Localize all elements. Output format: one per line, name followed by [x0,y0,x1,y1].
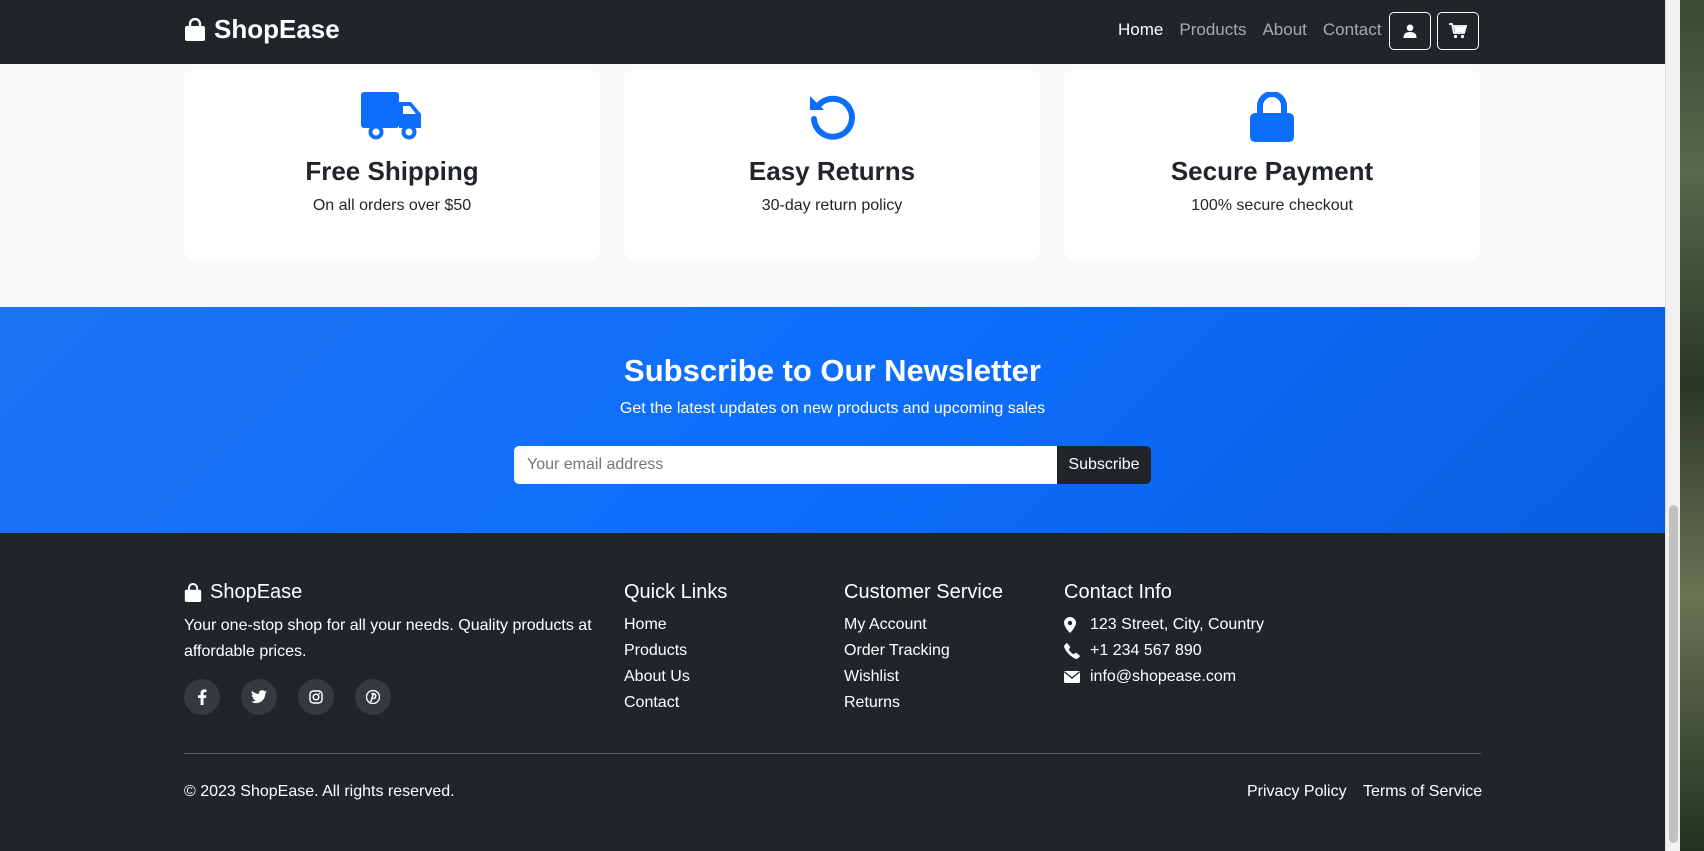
truck-icon [361,92,421,140]
shopping-bag-icon [185,17,205,41]
nav-link-contact[interactable]: Contact [1323,20,1382,40]
account-button[interactable] [1389,12,1431,50]
contact-email: info@shopease.com [1064,664,1264,690]
customer-service-title: Customer Service [844,581,1003,603]
newsletter-section: Subscribe to Our Newsletter Get the late… [0,307,1665,533]
feature-text: On all orders over $50 [312,197,472,214]
nav-link-home[interactable]: Home [1118,20,1163,40]
footer-brand-name: ShopEase [210,581,303,603]
customer-service-column: Customer Service My Account Order Tracki… [844,581,1003,716]
contact-phone: +1 234 567 890 [1064,638,1264,664]
contact-email-text[interactable]: info@shopease.com [1090,664,1236,690]
instagram-icon [309,690,323,704]
nav-link-products[interactable]: Products [1179,20,1246,40]
cart-button[interactable] [1437,12,1479,50]
subscribe-button[interactable]: Subscribe [1057,446,1151,484]
pinterest-icon [366,690,380,704]
feature-card-payment: Secure Payment 100% secure checkout [1064,70,1480,259]
feature-title: Secure Payment [1170,156,1374,186]
footer-link-order-tracking[interactable]: Order Tracking [844,638,1003,664]
feature-text: 30-day return policy [761,197,903,214]
footer-link-contact[interactable]: Contact [624,690,727,716]
undo-icon [810,95,855,140]
envelope-icon [1064,671,1080,683]
shopping-bag-icon [184,582,202,602]
scroll-thumb[interactable] [1669,505,1678,843]
terms-of-service-link[interactable]: Terms of Service [1363,783,1482,801]
feature-text: 100% secure checkout [1191,197,1353,214]
privacy-policy-link[interactable]: Privacy Policy [1247,783,1347,801]
quick-links-column: Quick Links Home Products About Us Conta… [624,581,727,716]
email-input[interactable] [514,446,1057,484]
pinterest-link[interactable] [355,679,391,715]
feature-card-shipping: Free Shipping On all orders over $50 [184,70,600,259]
contact-info-title: Contact Info [1064,581,1172,603]
footer-link-home[interactable]: Home [624,612,727,638]
twitter-link[interactable] [241,679,277,715]
footer-link-about[interactable]: About Us [624,664,727,690]
nav-link-about[interactable]: About [1262,20,1306,40]
page: ShopEase Home Products About Contact Fre… [0,0,1665,851]
navbar: ShopEase Home Products About Contact [0,0,1665,64]
scrollbar[interactable] [1665,0,1680,851]
brand-name: ShopEase [214,14,340,44]
lock-icon [1250,92,1294,142]
feature-card-returns: Easy Returns 30-day return policy [624,70,1040,259]
footer-divider [184,753,1481,754]
instagram-link[interactable] [298,679,334,715]
facebook-link[interactable] [184,679,220,715]
contact-info-column: Contact Info 123 Street, City, Country +… [1064,581,1264,690]
contact-phone-text: +1 234 567 890 [1090,642,1202,659]
feature-title: Easy Returns [748,156,916,186]
facebook-icon [198,689,207,705]
twitter-icon [251,690,267,704]
contact-address: 123 Street, City, Country [1064,612,1264,638]
footer-brand: ShopEase [184,581,302,604]
contact-address-text: 123 Street, City, Country [1090,616,1264,633]
quick-links-title: Quick Links [624,581,728,603]
user-icon [1403,24,1417,38]
newsletter-title: Subscribe to Our Newsletter [624,353,1041,388]
cart-icon [1449,23,1467,39]
footer-link-products[interactable]: Products [624,638,727,664]
footer-description: Your one-stop shop for all your needs. Q… [184,617,592,660]
phone-icon [1064,643,1080,659]
map-marker-icon [1064,617,1076,633]
newsletter-subtitle: Get the latest updates on new products a… [619,400,1046,417]
desktop-background [1680,0,1704,851]
navbar-brand[interactable]: ShopEase [184,14,340,45]
copyright: © 2023 ShopEase. All rights reserved. [184,783,455,800]
footer: ShopEase Your one-stop shop for all your… [0,533,1665,851]
footer-link-wishlist[interactable]: Wishlist [844,664,1003,690]
nav-links: Home Products About Contact [1118,20,1381,40]
footer-link-returns[interactable]: Returns [844,690,1003,716]
footer-link-my-account[interactable]: My Account [844,612,1003,638]
feature-title: Free Shipping [305,156,479,186]
